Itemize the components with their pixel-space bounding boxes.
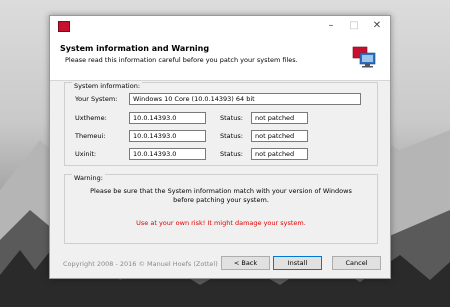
warning-group: Warning: Please be sure that the System … bbox=[64, 174, 378, 244]
uxtheme-version-field[interactable]: 10.0.14393.0 bbox=[129, 112, 206, 124]
themeui-version-field[interactable]: 10.0.14393.0 bbox=[129, 130, 206, 142]
uxinit-version-field[interactable]: 10.0.14393.0 bbox=[129, 148, 206, 160]
maximize-icon[interactable]: □ bbox=[343, 18, 365, 34]
system-information-group: System information: Your System: Windows… bbox=[64, 82, 378, 166]
warning-line-1: Please be sure that the System informati… bbox=[90, 187, 352, 195]
dialog-footer: Copyright 2008 - 2016 © Manuel Hoefs (Zo… bbox=[50, 248, 390, 278]
minimize-icon[interactable]: – bbox=[320, 18, 342, 34]
risk-warning-text: Use at your own risk! It might damage yo… bbox=[136, 219, 306, 227]
themeui-status-label: Status: bbox=[220, 132, 243, 140]
themeui-status-field[interactable]: not patched bbox=[251, 130, 308, 142]
warning-label: Warning: bbox=[72, 174, 105, 182]
patcher-logo-icon bbox=[352, 46, 376, 68]
app-icon bbox=[58, 21, 70, 32]
themeui-label: Themeui: bbox=[75, 132, 106, 140]
header-title: System information and Warning bbox=[60, 44, 210, 53]
warning-line-2: before patching your system. bbox=[173, 196, 269, 204]
title-bar[interactable]: – □ ✕ bbox=[50, 16, 390, 38]
uxinit-status-field[interactable]: not patched bbox=[251, 148, 308, 160]
copyright-text: Copyright 2008 - 2016 © Manuel Hoefs (Zo… bbox=[63, 260, 218, 268]
uxtheme-status-label: Status: bbox=[220, 114, 243, 122]
uxinit-status-label: Status: bbox=[220, 150, 243, 158]
back-button[interactable]: < Back bbox=[221, 256, 270, 270]
header-subtitle: Please read this information careful bef… bbox=[65, 56, 298, 64]
uxtheme-label: Uxtheme: bbox=[75, 114, 107, 122]
dialog-header: System information and Warning Please re… bbox=[50, 38, 390, 81]
close-icon[interactable]: ✕ bbox=[366, 18, 388, 34]
uxinit-label: Uxinit: bbox=[75, 150, 97, 158]
window-title bbox=[73, 22, 163, 28]
cancel-button[interactable]: Cancel bbox=[332, 256, 381, 270]
install-button[interactable]: Install bbox=[273, 256, 322, 270]
your-system-field[interactable]: Windows 10 Core (10.0.14393) 64 bit bbox=[129, 93, 361, 105]
dialog-window: – □ ✕ System information and Warning Ple… bbox=[49, 15, 391, 279]
your-system-label: Your System: bbox=[75, 95, 118, 103]
uxtheme-status-field[interactable]: not patched bbox=[251, 112, 308, 124]
system-information-label: System information: bbox=[72, 82, 143, 90]
